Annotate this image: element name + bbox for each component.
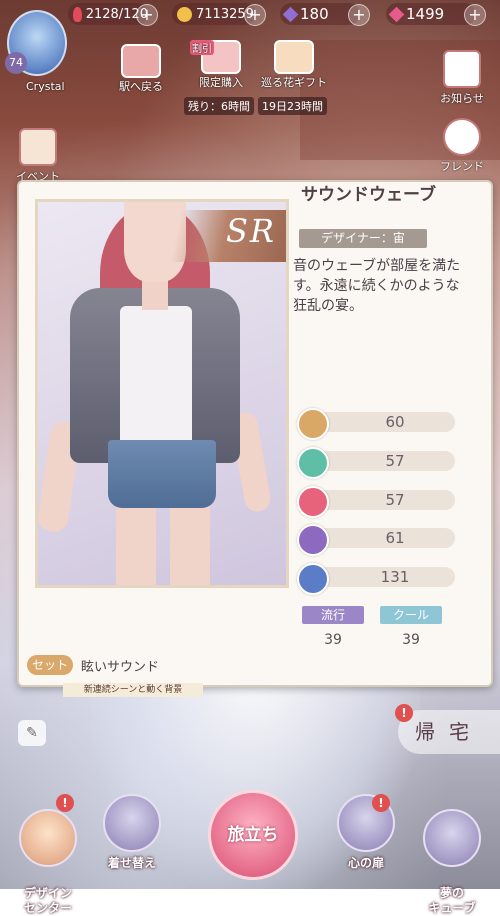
set-badge: セット <box>27 655 73 675</box>
add-pink-diamond-button[interactable]: + <box>464 4 486 26</box>
stat-value: 57 <box>385 452 405 470</box>
designer-label: デザイナー：宙 <box>299 229 427 248</box>
flower-gift-button[interactable]: 巡る花ギフト <box>258 40 330 90</box>
stat-row: 61 <box>297 524 457 556</box>
stat-row: 131 <box>297 563 457 595</box>
figure-shorts <box>108 440 216 508</box>
heart-icon <box>73 6 82 22</box>
stat-row: 57 <box>297 447 457 479</box>
design-center-label: デザイン センター <box>23 886 72 915</box>
figure-leg <box>170 502 210 585</box>
stat-value: 131 <box>380 568 410 586</box>
discount-badge: 割引 <box>190 40 214 55</box>
figure-leg <box>116 502 156 585</box>
journey-button[interactable]: 旅立ち <box>208 790 298 880</box>
stat-row: 57 <box>297 486 457 518</box>
pink-diamond-icon <box>388 6 405 22</box>
pink-diamond-counter: 1499 + <box>386 3 486 26</box>
event-button[interactable]: イベント <box>12 128 64 184</box>
diamond-value: 180 <box>300 5 329 23</box>
dress-up-label: 着せ替え <box>107 856 156 870</box>
station-icon <box>121 44 161 78</box>
item-description: 音のウェーブが部屋を満たす。永遠に続くかのような狂乱の宴。 <box>293 258 461 314</box>
event-icon <box>19 128 57 166</box>
set-name[interactable]: 眩いサウンド <box>81 656 159 675</box>
pink-diamond-value: 1499 <box>406 5 445 23</box>
stat-value: 57 <box>385 491 405 509</box>
sparkle-icon <box>297 447 329 479</box>
notice-button[interactable]: お知らせ <box>434 50 490 106</box>
dream-cube-icon <box>423 809 481 867</box>
home-button[interactable]: 帰宅 <box>398 710 500 754</box>
moon-icon <box>297 408 329 440</box>
dress-up-button[interactable]: 着せ替え <box>96 794 168 871</box>
item-portrait: SR <box>35 199 289 588</box>
friend-icon <box>443 118 481 156</box>
diamond-icon <box>282 6 299 22</box>
dress-up-icon <box>103 794 161 852</box>
add-stamina-button[interactable]: + <box>136 4 158 26</box>
station-button[interactable]: 駅へ戻る <box>112 44 170 94</box>
chat-icon[interactable]: ✎ <box>18 720 46 746</box>
stat-value: 61 <box>385 529 405 547</box>
stat-value: 60 <box>385 413 405 431</box>
limited-purchase-button[interactable]: 割引 限定購入 <box>190 40 252 90</box>
friend-button[interactable]: フレンド <box>434 118 490 174</box>
heart-room-button[interactable]: 心の扉 <box>330 794 402 871</box>
promo-banner[interactable]: 新連続シーンと動く背景 <box>63 683 203 697</box>
flower-gift-icon <box>274 40 314 74</box>
notice-label: お知らせ <box>440 92 484 105</box>
stat-row: 60 <box>297 408 457 440</box>
cat-coin-icon <box>177 6 192 22</box>
friend-label: フレンド <box>440 160 484 173</box>
mailbox-icon <box>443 50 481 88</box>
limited-purchase-label: 限定購入 <box>199 76 243 89</box>
limited-timer: 残り：6時間 <box>184 97 254 115</box>
figure-neck <box>142 280 168 310</box>
dream-cube-button[interactable]: 夢の キューブ <box>414 794 490 916</box>
diamond-counter: 180 + <box>280 3 370 26</box>
rarity-label: SR <box>225 212 276 250</box>
player-level: 74 <box>5 52 27 74</box>
item-detail-card[interactable]: SR サウンドウェーブ デザイナー：宙 音のウェーブが部屋を満たす。永遠に続くか… <box>17 180 493 687</box>
alert-icon: ! <box>372 794 390 812</box>
design-center-button[interactable]: デザイン センター <box>12 794 84 916</box>
alert-icon: ! <box>395 704 413 722</box>
flower-gift-label: 巡る花ギフト <box>261 76 327 89</box>
heart-room-label: 心の扉 <box>347 856 384 870</box>
station-label: 駅へ戻る <box>119 80 163 93</box>
design-center-icon <box>19 809 77 867</box>
dream-cube-label: 夢の キューブ <box>428 886 476 915</box>
style-tag-value: 39 <box>324 632 342 648</box>
style-tag: 流行 <box>302 606 364 624</box>
add-gold-button[interactable]: + <box>244 4 266 26</box>
player-name: Crystal <box>26 80 65 93</box>
shield-icon <box>297 563 329 595</box>
style-tag-value: 39 <box>402 632 420 648</box>
alert-icon: ! <box>56 794 74 812</box>
figure-top <box>120 306 192 454</box>
style-tag: クール <box>380 606 442 624</box>
stamina-counter: 2128/120 + <box>68 3 158 26</box>
flower-icon <box>297 486 329 518</box>
gold-counter: 7113259 + <box>172 3 266 26</box>
add-diamond-button[interactable]: + <box>348 4 370 26</box>
heart-icon <box>297 524 329 556</box>
item-name: サウンドウェーブ <box>301 185 436 205</box>
flower-gift-timer: 19日23時間 <box>258 97 327 115</box>
